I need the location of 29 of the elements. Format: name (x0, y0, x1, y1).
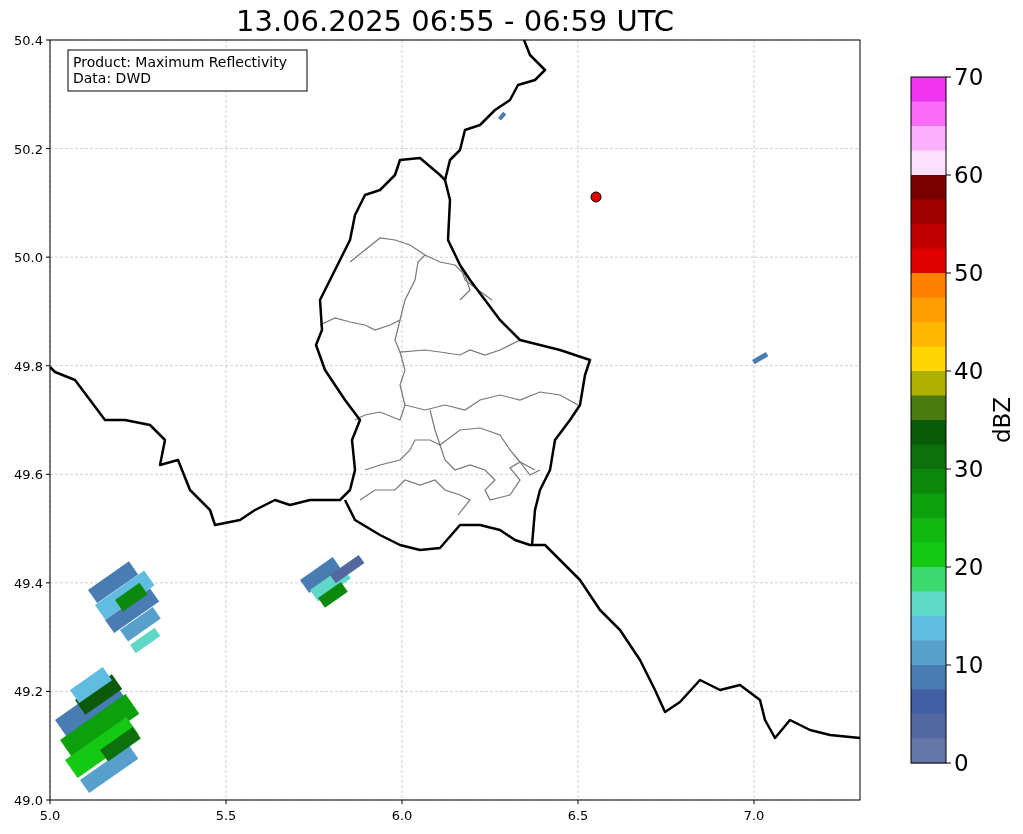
x-tick-label: 5.0 (39, 808, 61, 823)
radar-echo-drawing (752, 352, 769, 365)
x-tick-label: 6.0 (391, 808, 413, 823)
colorbar-tick-label: 60 (954, 162, 984, 188)
y-tick-label: 49.0 (14, 793, 43, 808)
x-tick-label: 6.5 (567, 808, 589, 823)
colorbar-label: dBZ (989, 396, 1015, 444)
x-tick-label: 5.5 (215, 808, 237, 823)
colorbar-tick-label: 50 (954, 260, 984, 286)
y-tick-label: 49.8 (14, 358, 43, 374)
colorbar-tick-label: 40 (954, 358, 984, 384)
location-marker (590, 191, 602, 203)
radar-echo-drawing (300, 554, 365, 608)
y-tick-label: 49.4 (14, 575, 43, 591)
y-tick-label: 49.2 (14, 684, 43, 700)
info-text: Product: Maximum Reflectivity (73, 54, 287, 70)
info-text: Data: DWD (73, 70, 151, 86)
colorbar-tick-label: 10 (954, 652, 984, 678)
colorbar-tick-label: 0 (954, 750, 969, 776)
colorbar-tick-label: 20 (954, 554, 984, 580)
chart-title: 13.06.2025 06:55 - 06:59 UTC (236, 4, 674, 38)
y-tick-label: 50.0 (14, 250, 43, 266)
y-tick-label: 50.4 (14, 33, 43, 48)
colorbar-tick-label: 30 (954, 456, 984, 482)
colorbar-tick-label: 70 (954, 64, 984, 90)
y-tick-label: 50.2 (14, 141, 43, 157)
y-tick-label: 49.6 (14, 467, 43, 483)
x-tick-label: 7.0 (743, 808, 765, 823)
radar-echo-drawing (498, 111, 507, 121)
